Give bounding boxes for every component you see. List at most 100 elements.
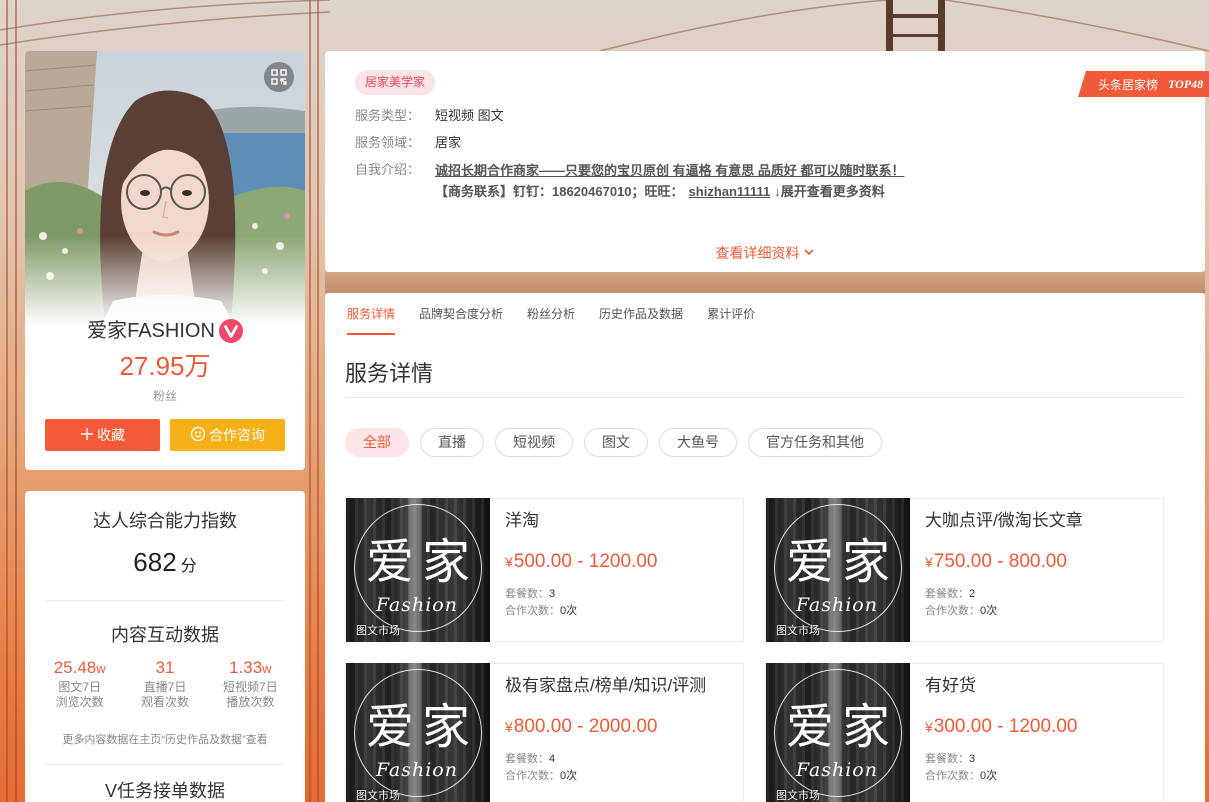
order-label: 合作次数： xyxy=(925,605,980,617)
package-count: 3 xyxy=(549,588,556,600)
price-range: 300.00 - 1200.00 xyxy=(933,716,1078,737)
view-details-link[interactable]: 查看详细资料 xyxy=(325,243,1205,263)
service-price: ¥300.00 - 1200.00 xyxy=(925,714,1077,740)
category-tag: 居家美学家 xyxy=(355,70,436,95)
filter-dayu[interactable]: 大鱼号 xyxy=(659,428,737,457)
fans-count: 27.95万 xyxy=(119,351,211,381)
price-range: 500.00 - 1200.00 xyxy=(513,551,658,572)
tab-reviews[interactable]: 累计评价 xyxy=(707,306,755,335)
service-price: ¥750.00 - 800.00 xyxy=(925,549,1067,575)
currency-symbol: ¥ xyxy=(925,719,933,735)
profile-photo xyxy=(25,51,305,326)
qr-code-icon[interactable] xyxy=(264,62,294,92)
service-panel: 服务详情 品牌契合度分析 粉丝分析 历史作品及数据 累计评价 服务详情 全部 直… xyxy=(325,293,1205,802)
service-title[interactable]: 大咖点评/微淘长文章 xyxy=(925,510,1083,532)
logo-text: 爱家 xyxy=(785,534,898,590)
verified-v-icon xyxy=(218,319,243,343)
stat-label: 直播7日 xyxy=(143,680,187,694)
logo-text: 爱家 xyxy=(365,699,478,755)
service-type-row: 服务类型： 短视频 图文 xyxy=(355,107,504,125)
consult-chat-icon xyxy=(190,426,206,445)
consult-button[interactable]: 合作咨询 xyxy=(170,419,285,451)
service-card[interactable]: 爱家 Fashion 图文市场 极有家盘点/榜单/知识/评测 ¥800.00 -… xyxy=(345,663,744,802)
service-card[interactable]: 爱家 Fashion 图文市场 有好货 ¥300.00 - 1200.00 套餐… xyxy=(765,663,1164,802)
tab-brand-fit[interactable]: 品牌契合度分析 xyxy=(419,306,503,335)
order-count-row: 合作次数：0次 xyxy=(505,604,577,618)
profile-info-card: 居家美学家 服务类型： 短视频 图文 服务领域： 居家 自我介绍： 诚招长期合作… xyxy=(325,51,1205,272)
divider xyxy=(45,600,285,601)
service-title[interactable]: 洋淘 xyxy=(505,510,539,532)
interaction-note: 更多内容数据在主页“历史作品及数据”查看 xyxy=(62,734,268,746)
intro-text: 诚招长期合作商家——只要您的宝贝原创 有逼格 有意思 品质好 都可以随时联系！ xyxy=(435,163,905,178)
order-label: 合作次数： xyxy=(505,770,560,782)
tab-bar: 服务详情 品牌契合度分析 粉丝分析 历史作品及数据 累计评价 xyxy=(347,306,755,335)
package-count-row: 套餐数：3 xyxy=(925,752,975,766)
ability-score-unit: 分 xyxy=(180,558,197,575)
ability-score: 682 分 xyxy=(25,547,305,578)
ability-title: 达人综合能力指数 xyxy=(93,511,237,531)
logo-text: 爱家 xyxy=(785,699,898,755)
package-count: 2 xyxy=(969,588,976,600)
stat-label: 播放次数 xyxy=(226,695,275,709)
tab-history-works[interactable]: 历史作品及数据 xyxy=(599,306,683,335)
tab-service-details[interactable]: 服务详情 xyxy=(347,306,396,335)
stat-live-views: 31 直播7日 观看次数 xyxy=(122,657,207,710)
filter-all[interactable]: 全部 xyxy=(345,428,409,457)
order-count-row: 合作次数：0次 xyxy=(925,604,997,618)
package-label: 套餐数： xyxy=(925,588,969,600)
service-card[interactable]: 爱家 Fashion 图文市场 大咖点评/微淘长文章 ¥750.00 - 800… xyxy=(765,498,1164,642)
package-count-row: 套餐数：4 xyxy=(505,752,555,766)
filter-bar: 全部 直播 短视频 图文 大鱼号 官方任务和其他 xyxy=(345,428,882,457)
price-range: 800.00 - 2000.00 xyxy=(513,716,658,737)
consult-label: 合作咨询 xyxy=(209,427,265,443)
filter-short-video[interactable]: 短视频 xyxy=(495,428,573,457)
service-card[interactable]: 爱家 Fashion 图文市场 洋淘 ¥500.00 - 1200.00 套餐数… xyxy=(345,498,744,642)
service-title[interactable]: 有好货 xyxy=(925,675,976,697)
package-label: 套餐数： xyxy=(925,753,969,765)
filter-article[interactable]: 图文 xyxy=(584,428,648,457)
service-field-row: 服务领域： 居家 xyxy=(355,134,461,152)
wangwang-link[interactable]: shizhan11111 xyxy=(689,184,771,199)
logo-script: Fashion xyxy=(376,594,458,616)
stat-value: 31 xyxy=(122,657,207,680)
intro-contact-line: 【商务联系】钉钉：18620467010；旺旺： shizhan11111 ↓展开查… xyxy=(435,183,885,201)
profile-name-row: 爱家FASHION xyxy=(25,317,305,345)
filter-live[interactable]: 直播 xyxy=(420,428,484,457)
tab-fans-analysis[interactable]: 粉丝分析 xyxy=(527,306,575,335)
order-count: 0次 xyxy=(560,605,578,617)
chevron-down-icon xyxy=(803,245,815,261)
market-badge: 图文市场 xyxy=(356,790,400,802)
profile-name: 爱家FASHION xyxy=(87,320,215,342)
service-title[interactable]: 极有家盘点/榜单/知识/评测 xyxy=(505,675,706,697)
order-label: 合作次数： xyxy=(505,605,560,617)
filter-official-tasks[interactable]: 官方任务和其他 xyxy=(748,428,882,457)
vtask-title: V任务接单数据 xyxy=(104,781,225,801)
ranking-ribbon[interactable]: 头条居家榜 TOP48 xyxy=(1078,71,1209,97)
order-count-row: 合作次数：0次 xyxy=(505,769,577,783)
stat-label: 图文7日 xyxy=(58,680,101,694)
expand-more-link[interactable]: ↓展开查看更多资料 xyxy=(774,184,885,199)
intro-row: 自我介绍： xyxy=(355,161,435,179)
stat-label: 观看次数 xyxy=(140,695,189,709)
stat-article-views: 25.48w 图文7日 浏览次数 xyxy=(37,657,122,710)
service-field-label: 服务领域： xyxy=(355,135,421,150)
collect-button[interactable]: 收藏 xyxy=(45,419,160,451)
ability-card: 达人综合能力指数 682 分 内容互动数据 25.48w 图文7日 浏览次数 31… xyxy=(25,491,305,802)
currency-symbol: ¥ xyxy=(925,554,933,570)
package-count-row: 套餐数：2 xyxy=(925,587,975,601)
order-count: 0次 xyxy=(980,770,998,782)
service-thumbnail: 爱家 Fashion 图文市场 xyxy=(346,498,490,642)
stat-value: 1.33w xyxy=(208,657,293,680)
currency-symbol: ¥ xyxy=(505,719,513,735)
ranking-rank: TOP48 xyxy=(1168,76,1204,91)
stat-unit: w xyxy=(96,661,106,676)
package-label: 套餐数： xyxy=(505,588,549,600)
order-count-row: 合作次数：0次 xyxy=(925,769,997,783)
market-badge: 图文市场 xyxy=(356,625,400,637)
package-label: 套餐数： xyxy=(505,753,549,765)
order-count: 0次 xyxy=(560,770,578,782)
logo-script: Fashion xyxy=(376,759,458,781)
service-thumbnail: 爱家 Fashion 图文市场 xyxy=(766,498,910,642)
intro-contact-text: 【商务联系】钉钉：18620467010；旺旺： xyxy=(435,184,684,199)
stat-label: 短视频7日 xyxy=(222,680,278,694)
